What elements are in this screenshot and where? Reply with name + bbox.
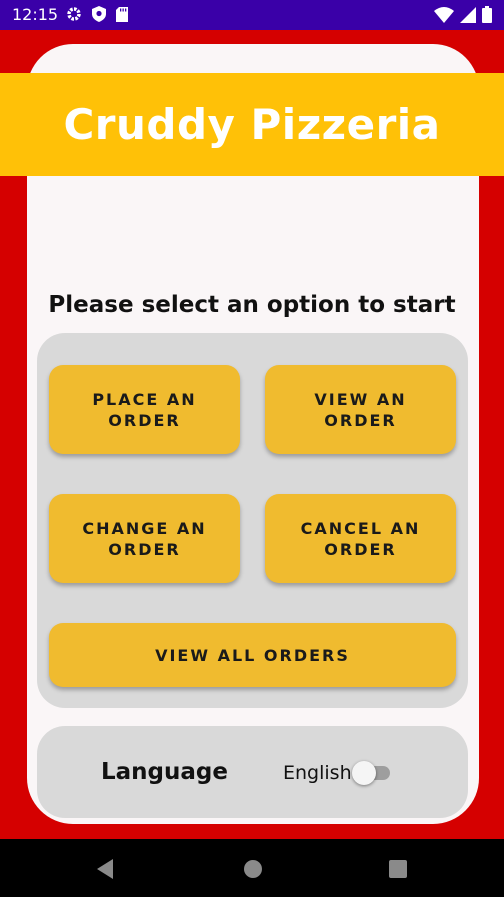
status-icons-right xyxy=(434,6,492,23)
cancel-order-button[interactable]: CANCEL AN ORDER xyxy=(265,494,456,583)
wifi-icon xyxy=(434,6,454,23)
place-order-button[interactable]: PLACE AN ORDER xyxy=(49,365,240,454)
shield-icon xyxy=(92,6,106,22)
language-value: English xyxy=(283,762,352,784)
back-icon[interactable] xyxy=(94,857,118,881)
sd-card-icon xyxy=(116,6,128,22)
gear-icon xyxy=(66,6,82,22)
start-prompt: Please select an option to start xyxy=(48,292,456,318)
language-label: Language xyxy=(101,759,228,785)
status-bar: 12:15 xyxy=(0,0,504,30)
app-title: Cruddy Pizzeria xyxy=(63,100,441,149)
view-order-button[interactable]: VIEW AN ORDER xyxy=(265,365,456,454)
battery-icon xyxy=(482,6,492,23)
recents-icon[interactable] xyxy=(386,857,410,881)
status-time: 12:15 xyxy=(12,5,59,24)
status-icons-left xyxy=(66,6,128,22)
change-order-button[interactable]: CHANGE AN ORDER xyxy=(49,494,240,583)
nav-bar xyxy=(0,839,504,897)
toggle-thumb xyxy=(352,761,376,785)
title-banner: Cruddy Pizzeria xyxy=(0,73,504,176)
language-toggle[interactable] xyxy=(352,760,390,786)
signal-icon xyxy=(460,6,476,23)
view-all-orders-button[interactable]: VIEW ALL ORDERS xyxy=(49,623,456,687)
home-icon[interactable] xyxy=(241,857,265,881)
